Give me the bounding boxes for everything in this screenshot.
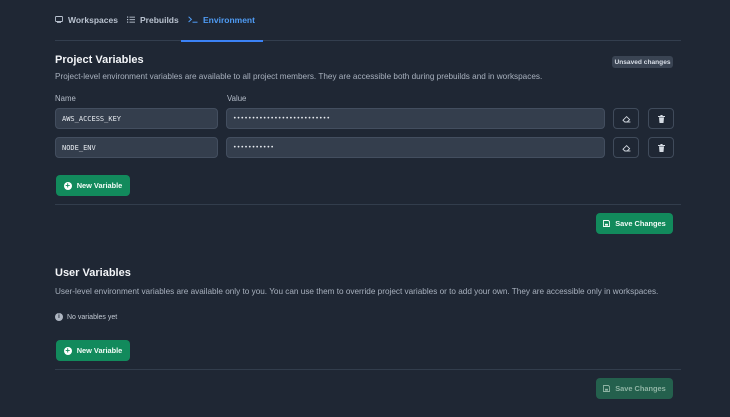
trash-icon	[657, 143, 665, 152]
tab-label: Workspaces	[68, 15, 118, 25]
new-user-variable-button[interactable]: + New Variable	[56, 340, 130, 361]
trash-icon	[657, 114, 665, 123]
divider	[55, 369, 681, 370]
tab-workspaces[interactable]: Workspaces	[55, 15, 118, 41]
project-variables-description: Project-level environment variables are …	[55, 72, 543, 81]
workspaces-icon	[55, 16, 63, 23]
tab-prebuilds[interactable]: Prebuilds	[127, 15, 179, 41]
user-variables-description: User-level environment variables are ava…	[55, 287, 659, 296]
new-project-variable-button[interactable]: + New Variable	[56, 175, 130, 196]
button-label: New Variable	[76, 181, 123, 190]
info-icon: i	[55, 313, 63, 321]
tab-label: Prebuilds	[140, 15, 179, 25]
button-label: Save Changes	[615, 384, 666, 393]
clear-value-button[interactable]	[613, 108, 639, 129]
save-project-changes-button[interactable]: Save Changes	[596, 213, 673, 234]
variable-value-input[interactable]: •••••••••••	[226, 137, 605, 158]
variable-name-input[interactable]: AWS_ACCESS_KEY	[55, 108, 218, 129]
tab-environment[interactable]: Environment	[181, 15, 263, 42]
project-variables-title: Project Variables	[55, 54, 144, 66]
variable-value-input[interactable]: ••••••••••••••••••••••••••	[226, 108, 605, 129]
button-label: New Variable	[76, 346, 123, 355]
list-icon	[127, 16, 135, 23]
clear-value-button[interactable]	[613, 137, 639, 158]
eraser-icon	[621, 144, 630, 151]
save-user-changes-button[interactable]: Save Changes	[596, 378, 673, 399]
plus-circle-icon: +	[63, 180, 72, 190]
terminal-icon	[188, 16, 198, 23]
user-variables-title: User Variables	[55, 267, 131, 279]
empty-state-text: No variables yet	[67, 313, 118, 321]
plus-circle-icon: +	[63, 345, 72, 355]
delete-variable-button[interactable]	[648, 108, 674, 129]
floppy-disk-icon	[603, 385, 611, 392]
empty-state: i No variables yet	[55, 313, 117, 321]
floppy-disk-icon	[603, 220, 611, 227]
button-label: Save Changes	[615, 219, 666, 228]
tab-label: Environment	[203, 15, 255, 25]
variable-name-input[interactable]: NODE_ENV	[55, 137, 218, 158]
name-column-header: Name	[55, 94, 76, 103]
eraser-icon	[621, 115, 630, 122]
value-column-header: Value	[227, 94, 247, 103]
unsaved-changes-badge: Unsaved changes	[612, 56, 673, 68]
settings-tabs: Workspaces Prebuilds Environment	[55, 0, 681, 42]
divider	[55, 204, 681, 205]
delete-variable-button[interactable]	[648, 137, 674, 158]
